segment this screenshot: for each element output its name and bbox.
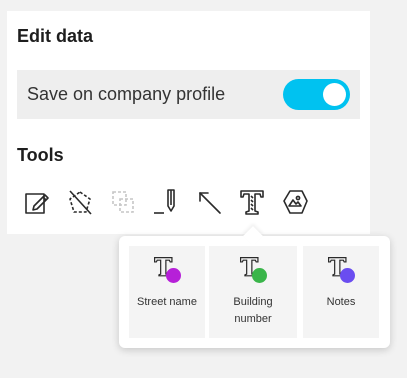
building-number-icon [238, 255, 268, 285]
merge-shapes-tool[interactable] [107, 185, 139, 219]
edit-data-panel: Edit data Save on company profile Tools [7, 11, 370, 234]
building-number-option[interactable]: Building number [209, 246, 297, 338]
text-options-popover: Street name Building number Notes [119, 226, 390, 348]
street-name-icon [152, 255, 182, 285]
edit-pencil-icon [25, 193, 49, 214]
save-company-profile-toggle[interactable] [283, 79, 350, 110]
pen-line-tool[interactable] [150, 185, 182, 219]
tools-title: Tools [17, 145, 64, 165]
building-number-label: Building number [233, 296, 273, 325]
pentagon-erase-icon [69, 190, 92, 215]
edit-data-title: Edit data [17, 26, 94, 46]
arrow-tool[interactable] [193, 185, 225, 219]
street-name-badge [166, 268, 181, 283]
notes-icon [326, 255, 356, 285]
text-tool[interactable] [236, 185, 268, 219]
building-number-badge [252, 268, 267, 283]
notes-label: Notes [326, 296, 356, 308]
merge-shapes-icon [112, 191, 134, 213]
pentagon-erase-tool[interactable] [64, 185, 96, 219]
toggle-knob [323, 83, 346, 106]
save-company-profile-label: Save on company profile [27, 84, 226, 104]
arrow-icon [199, 192, 221, 214]
photo-hexagon-tool[interactable] [279, 185, 311, 219]
notes-badge [340, 268, 355, 283]
photo-hexagon-icon [283, 190, 308, 214]
street-name-option[interactable]: Street name [129, 246, 205, 338]
street-name-label: Street name [137, 296, 197, 308]
save-company-profile-row[interactable]: Save on company profile [17, 70, 360, 119]
text-tool-icon [240, 190, 264, 215]
notes-option[interactable]: Notes [303, 246, 379, 338]
edit-pencil-tool[interactable] [21, 185, 53, 219]
pen-line-icon [154, 189, 175, 214]
